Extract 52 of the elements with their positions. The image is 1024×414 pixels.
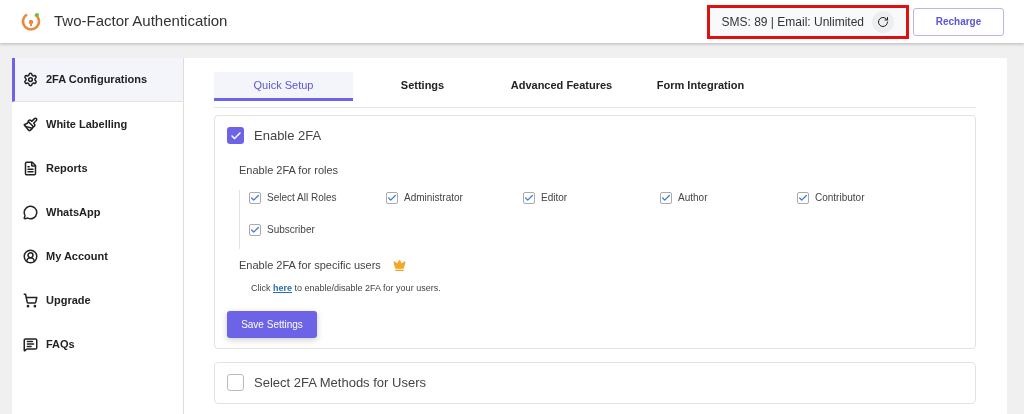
check-icon (798, 192, 808, 203)
question-message-icon (23, 336, 38, 352)
sidebar-item[interactable]: My Account (12, 234, 183, 278)
roles-label: Enable 2FA for roles (239, 162, 340, 178)
tab[interactable]: Form Integration (631, 72, 770, 101)
tab[interactable]: Quick Setup (214, 72, 353, 101)
users-label: Enable 2FA for specific users (239, 258, 381, 273)
users-instructions: Click here to enable/disable 2FA for your users. (251, 281, 442, 295)
document-icon (23, 160, 38, 176)
sidebar-item[interactable]: WhatsApp (12, 190, 183, 234)
section-title: Select 2FA Methods for Users (254, 374, 426, 392)
section-title: Enable 2FA (254, 127, 322, 145)
sidebar-item[interactable]: 2FA Configurations (12, 58, 183, 102)
role-label: Contributor (815, 191, 865, 205)
refresh-button[interactable] (872, 10, 894, 33)
credits-text: SMS: 89 | Email: Unlimited (721, 13, 864, 31)
check-icon (387, 192, 397, 203)
app-title: Two-Factor Authentication (54, 11, 228, 32)
role-checkbox[interactable] (249, 191, 261, 204)
role-label: Select All Roles (267, 191, 337, 205)
cart-icon (23, 292, 38, 308)
gear-icon (23, 72, 38, 87)
check-icon (250, 192, 260, 203)
refresh-icon (877, 15, 889, 28)
tab[interactable]: Advanced Features (492, 72, 631, 101)
recharge-button[interactable]: Recharge (913, 7, 1004, 36)
checkbox[interactable] (227, 127, 244, 145)
role-label: Subscriber (267, 223, 315, 237)
sidebar-item[interactable]: Upgrade (12, 278, 183, 322)
role-label: Author (678, 191, 708, 205)
user-icon (23, 248, 38, 264)
sidebar-item[interactable]: Reports (12, 146, 183, 190)
role-checkbox[interactable] (386, 191, 398, 204)
role-checkbox[interactable] (797, 191, 809, 204)
here-link[interactable]: here (273, 282, 293, 293)
check-icon (524, 192, 534, 203)
sidebar-item[interactable]: White Labelling (12, 102, 183, 146)
role-checkbox[interactable] (523, 191, 535, 204)
brush-icon (23, 116, 38, 132)
save-settings-button[interactable]: Save Settings (227, 311, 317, 338)
check-icon (250, 224, 260, 235)
check-icon (661, 192, 671, 203)
lock-logo-icon (20, 10, 42, 33)
chat-bubble-icon (23, 204, 38, 220)
tab[interactable]: Settings (353, 72, 492, 101)
check-icon (229, 129, 242, 142)
role-label: Editor (541, 191, 568, 205)
role-checkbox[interactable] (660, 191, 672, 204)
checkbox[interactable] (227, 374, 244, 392)
role-label: Administrator (404, 191, 463, 205)
sidebar-item[interactable]: FAQs (12, 322, 183, 366)
role-checkbox[interactable] (249, 223, 261, 236)
